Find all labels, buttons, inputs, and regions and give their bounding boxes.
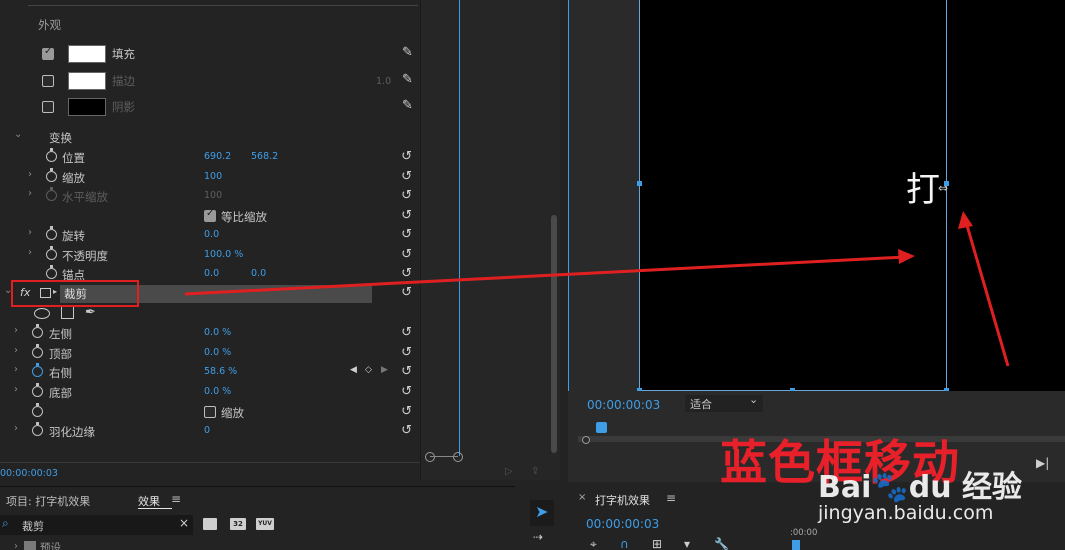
baidu-watermark-logo: Bai🐾du 经验 [818, 470, 1023, 505]
arrow-head [898, 249, 915, 264]
arrow-to-video [184, 255, 906, 296]
baidu-watermark-url: jingyan.baidu.com [818, 502, 994, 524]
arrow-head [958, 211, 973, 229]
arrow-to-text [964, 221, 1010, 367]
